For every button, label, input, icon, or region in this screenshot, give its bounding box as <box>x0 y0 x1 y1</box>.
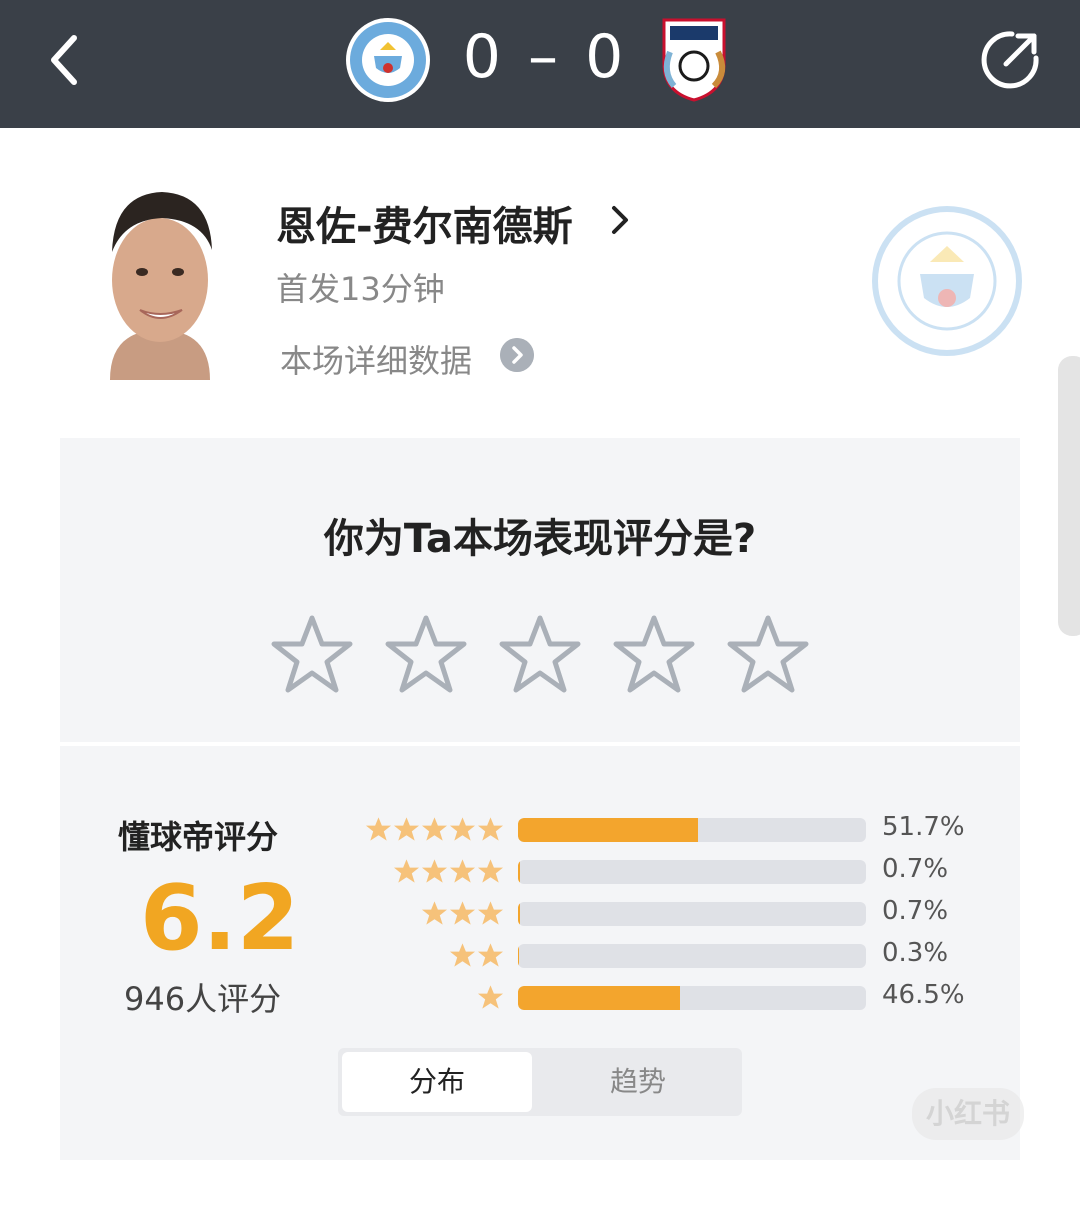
share-icon[interactable] <box>978 28 1042 92</box>
rate-star-1-icon[interactable] <box>270 612 354 696</box>
distribution-percent: 0.3% <box>882 938 949 968</box>
distribution-bar <box>518 986 866 1010</box>
small-star-icon <box>421 816 448 842</box>
distribution-bar <box>518 818 866 842</box>
player-club-crest-icon <box>872 206 1022 356</box>
small-star-icon <box>421 858 448 884</box>
watermark-logo: 小红书 <box>912 1088 1024 1140</box>
distribution-row: 0.3% <box>0 938 1080 972</box>
star-group-icon <box>420 900 504 928</box>
distribution-bar-fill <box>518 944 520 968</box>
rate-star-3-icon[interactable] <box>498 612 582 696</box>
distribution-bar <box>518 860 866 884</box>
player-photo <box>90 180 230 380</box>
home-team-crest-icon <box>346 18 430 102</box>
back-icon[interactable] <box>44 30 84 90</box>
small-star-icon <box>449 858 476 884</box>
rate-star-5-icon[interactable] <box>726 612 810 696</box>
distribution-bar-fill <box>518 860 521 884</box>
distribution-bar-fill <box>518 986 680 1010</box>
card-divider <box>60 742 1020 746</box>
chevron-right-icon[interactable] <box>610 204 630 236</box>
scrollbar[interactable] <box>1058 356 1080 636</box>
star-group-icon <box>448 942 504 970</box>
distribution-bar <box>518 902 866 926</box>
distribution-row: 51.7% <box>0 812 1080 846</box>
rate-star-4-icon[interactable] <box>612 612 696 696</box>
distribution-row: 0.7% <box>0 896 1080 930</box>
tab-distribution[interactable]: 分布 <box>342 1052 532 1112</box>
distribution-bar-fill <box>518 818 698 842</box>
distribution-row: 0.7% <box>0 854 1080 888</box>
match-details-link[interactable]: 本场详细数据 <box>280 336 472 382</box>
match-score: 0 – 0 <box>462 22 628 92</box>
tab-trend[interactable]: 趋势 <box>538 1052 738 1112</box>
player-start-info: 首发13分钟 <box>276 270 445 308</box>
star-group-icon <box>364 816 504 844</box>
top-bar: 0 – 0 <box>0 0 1080 128</box>
rating-question: 你为Ta本场表现评分是? <box>323 516 757 562</box>
small-star-icon <box>393 858 420 884</box>
distribution-row: 46.5% <box>0 980 1080 1014</box>
small-star-icon <box>393 816 420 842</box>
rate-star-2-icon[interactable] <box>384 612 468 696</box>
distribution-percent: 46.5% <box>882 980 965 1010</box>
small-star-icon <box>365 816 392 842</box>
player-name[interactable]: 恩佐-费尔南德斯 <box>276 194 573 252</box>
small-star-icon <box>449 942 476 968</box>
distribution-percent: 0.7% <box>882 896 949 926</box>
distribution-percent: 51.7% <box>882 812 965 842</box>
small-star-icon <box>477 984 504 1010</box>
distribution-bar <box>518 944 866 968</box>
distribution-trend-tabs: 分布 趋势 <box>338 1048 742 1116</box>
small-star-icon <box>449 900 476 926</box>
chevron-circle-icon[interactable] <box>500 338 534 372</box>
small-star-icon <box>421 900 448 926</box>
small-star-icon <box>477 816 504 842</box>
small-star-icon <box>477 858 504 884</box>
away-team-crest-icon <box>662 18 726 102</box>
small-star-icon <box>477 900 504 926</box>
star-group-icon <box>476 984 504 1012</box>
star-group-icon <box>392 858 504 886</box>
distribution-percent: 0.7% <box>882 854 949 884</box>
distribution-bar-fill <box>518 902 521 926</box>
small-star-icon <box>449 816 476 842</box>
small-star-icon <box>477 942 504 968</box>
